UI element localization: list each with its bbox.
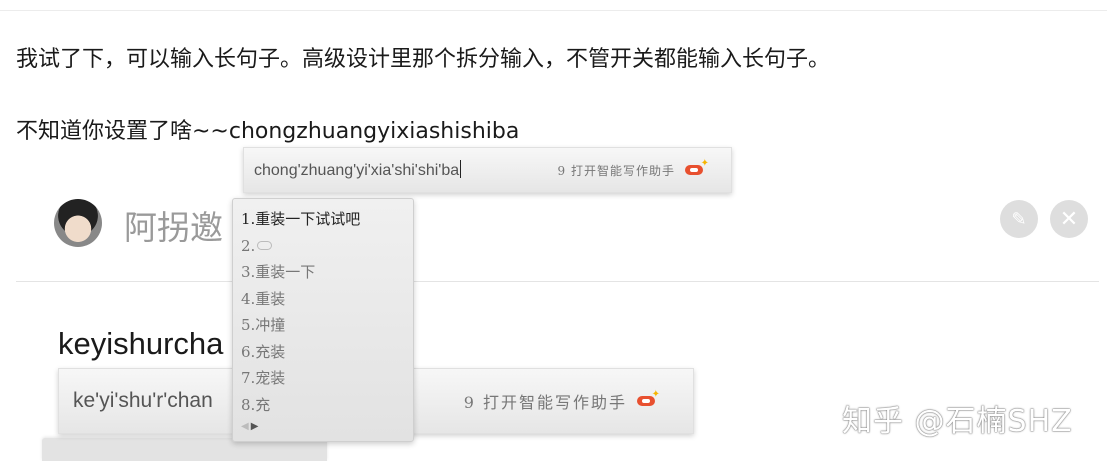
prev-page-icon[interactable]: ◀ [241,421,249,433]
ime-composition-bar-top: chong'zhuang'yi'xia'shi'shi'ba 9 打开智能写作助… [243,147,732,193]
top-divider [0,10,1107,11]
dialog-input-text[interactable]: keyishurcha [58,326,238,362]
close-icon: ✕ [1059,206,1079,232]
edit-button[interactable]: ✎ [1000,200,1038,238]
avatar[interactable] [54,199,102,247]
candidate-item[interactable]: 1.重装一下试试吧 [241,206,413,233]
smart-writing-assistant-top[interactable]: 9 打开智能写作助手 ✦ [557,159,709,179]
ime-pinyin-top: chong'zhuang'yi'xia'shi'shi'ba [254,160,462,179]
candidate-item[interactable]: 7.宠装 [241,365,413,392]
next-page-icon[interactable]: ▶ [251,421,259,433]
candidate-item[interactable]: 4.重装 [241,286,413,313]
comment-paragraph-2: 不知道你设置了啥~~chongzhuangyixiashishiba [16,119,520,144]
smart-writing-label-bottom: 9 打开智能写作助手 [463,393,627,412]
comment-paragraph-1: 我试了下，可以输入长句子。高级设计里那个拆分输入，不管开关都能输入长句子。 [16,47,831,72]
candidate-item[interactable]: 5.冲撞 [241,312,413,339]
cloud-icon [257,240,273,250]
candidate-pager: ◀ ▶ [241,421,258,433]
text-caret [460,160,462,178]
edit-icon: ✎ [1011,208,1027,230]
watermark: 知乎 @石楠SHZ [842,404,1073,439]
dialog-title: 阿拐邀 [124,208,223,247]
candidate-item-cloud[interactable]: 2. [241,233,413,260]
close-button[interactable]: ✕ [1050,200,1088,238]
candidate-item[interactable]: 8.充 [241,392,413,419]
ime-pinyin-bottom: ke'yi'shu'r'chan [73,389,213,412]
candidate-item[interactable]: 6.充装 [241,339,413,366]
smart-writing-assistant-bottom[interactable]: 9 打开智能写作助手 ✦ [463,389,660,413]
pen-sparkle-icon: ✦ [683,159,709,178]
smart-writing-label-top: 9 打开智能写作助手 [557,163,675,178]
dialog-divider [16,281,1099,282]
pen-sparkle-icon: ✦ [635,390,660,409]
ime-candidate-list: 1.重装一下试试吧 2. 3.重装一下 4.重装 5.冲撞 6.充装 7.宠装 … [232,198,414,442]
candidate-index: 2. [241,236,256,255]
candidate-item[interactable]: 3.重装一下 [241,259,413,286]
